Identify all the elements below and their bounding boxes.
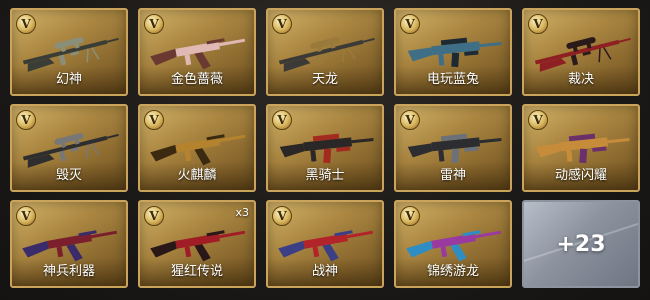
weapon-card[interactable]: V 天龙 [266, 8, 384, 96]
more-items-button[interactable]: +23 [522, 200, 640, 288]
vip-badge-icon: V [144, 206, 164, 226]
weapon-card[interactable]: V 裁决 [522, 8, 640, 96]
weapon-image [279, 133, 374, 164]
weapon-image [22, 37, 119, 72]
weapon-name: 金色蔷薇 [170, 72, 223, 87]
weapon-name: 电玩蓝兔 [426, 72, 479, 87]
vip-badge-icon: V [528, 14, 548, 34]
vip-badge-icon: V [16, 110, 36, 130]
vip-badge-icon: V [16, 14, 36, 34]
weapon-card[interactable]: V 战神 [266, 200, 384, 288]
weapon-image [278, 37, 375, 72]
weapon-card[interactable]: V 火麒麟 [138, 104, 256, 192]
weapon-image [150, 38, 246, 70]
weapon-name: 黑骑士 [305, 168, 345, 183]
weapon-name: 雷神 [439, 168, 466, 183]
weapon-name: 战神 [311, 264, 338, 279]
weapon-image [22, 133, 119, 168]
weapon-name: 火麒麟 [177, 168, 217, 183]
weapon-grid: V 幻神 V 金色蔷薇 V 天龙 V 电玩蓝兔 V 裁决 V 毁灭 V 火麒麟 … [10, 8, 640, 288]
weapon-name: 动感闪耀 [554, 168, 607, 183]
weapon-image [22, 230, 118, 262]
more-items-count: +23 [556, 231, 606, 257]
weapon-card[interactable]: V 黑骑士 [266, 104, 384, 192]
vip-badge-icon: V [272, 14, 292, 34]
weapon-image [150, 230, 246, 262]
quantity-badge: x3 [235, 206, 249, 219]
weapon-name: 猩红传说 [170, 264, 223, 279]
weapon-card[interactable]: V 电玩蓝兔 [394, 8, 512, 96]
vip-badge-icon: V [272, 206, 292, 226]
vip-badge-icon: V [144, 14, 164, 34]
weapon-image [534, 37, 631, 72]
weapon-image [150, 134, 246, 166]
weapon-card[interactable]: V 雷神 [394, 104, 512, 192]
weapon-image [278, 230, 374, 262]
weapon-image [535, 133, 630, 164]
vip-badge-icon: V [272, 110, 292, 130]
weapon-name: 幻神 [55, 72, 82, 87]
weapon-card[interactable]: V 动感闪耀 [522, 104, 640, 192]
weapon-name: 毁灭 [55, 168, 82, 183]
vip-badge-icon: V [400, 14, 420, 34]
vip-badge-icon: V [16, 206, 36, 226]
vip-badge-icon: V [400, 206, 420, 226]
weapon-card[interactable]: V 神兵利器 [10, 200, 128, 288]
weapon-name: 锦绣游龙 [426, 264, 479, 279]
weapon-card[interactable]: V 幻神 [10, 8, 128, 96]
weapon-image [407, 37, 502, 68]
vip-badge-icon: V [144, 110, 164, 130]
weapon-card[interactable]: V x3 猩红传说 [138, 200, 256, 288]
weapon-name: 神兵利器 [42, 264, 95, 279]
weapon-name: 裁决 [567, 72, 594, 87]
weapon-name: 天龙 [311, 72, 338, 87]
vip-badge-icon: V [528, 110, 548, 130]
weapon-card[interactable]: V 金色蔷薇 [138, 8, 256, 96]
weapon-image [406, 230, 502, 262]
weapon-card[interactable]: V 毁灭 [10, 104, 128, 192]
vip-badge-icon: V [400, 110, 420, 130]
weapon-card[interactable]: V 锦绣游龙 [394, 200, 512, 288]
weapon-image [407, 133, 502, 164]
